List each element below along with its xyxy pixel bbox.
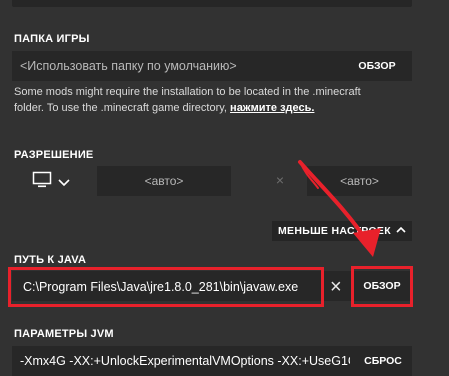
annotation-arrow: [298, 160, 381, 257]
